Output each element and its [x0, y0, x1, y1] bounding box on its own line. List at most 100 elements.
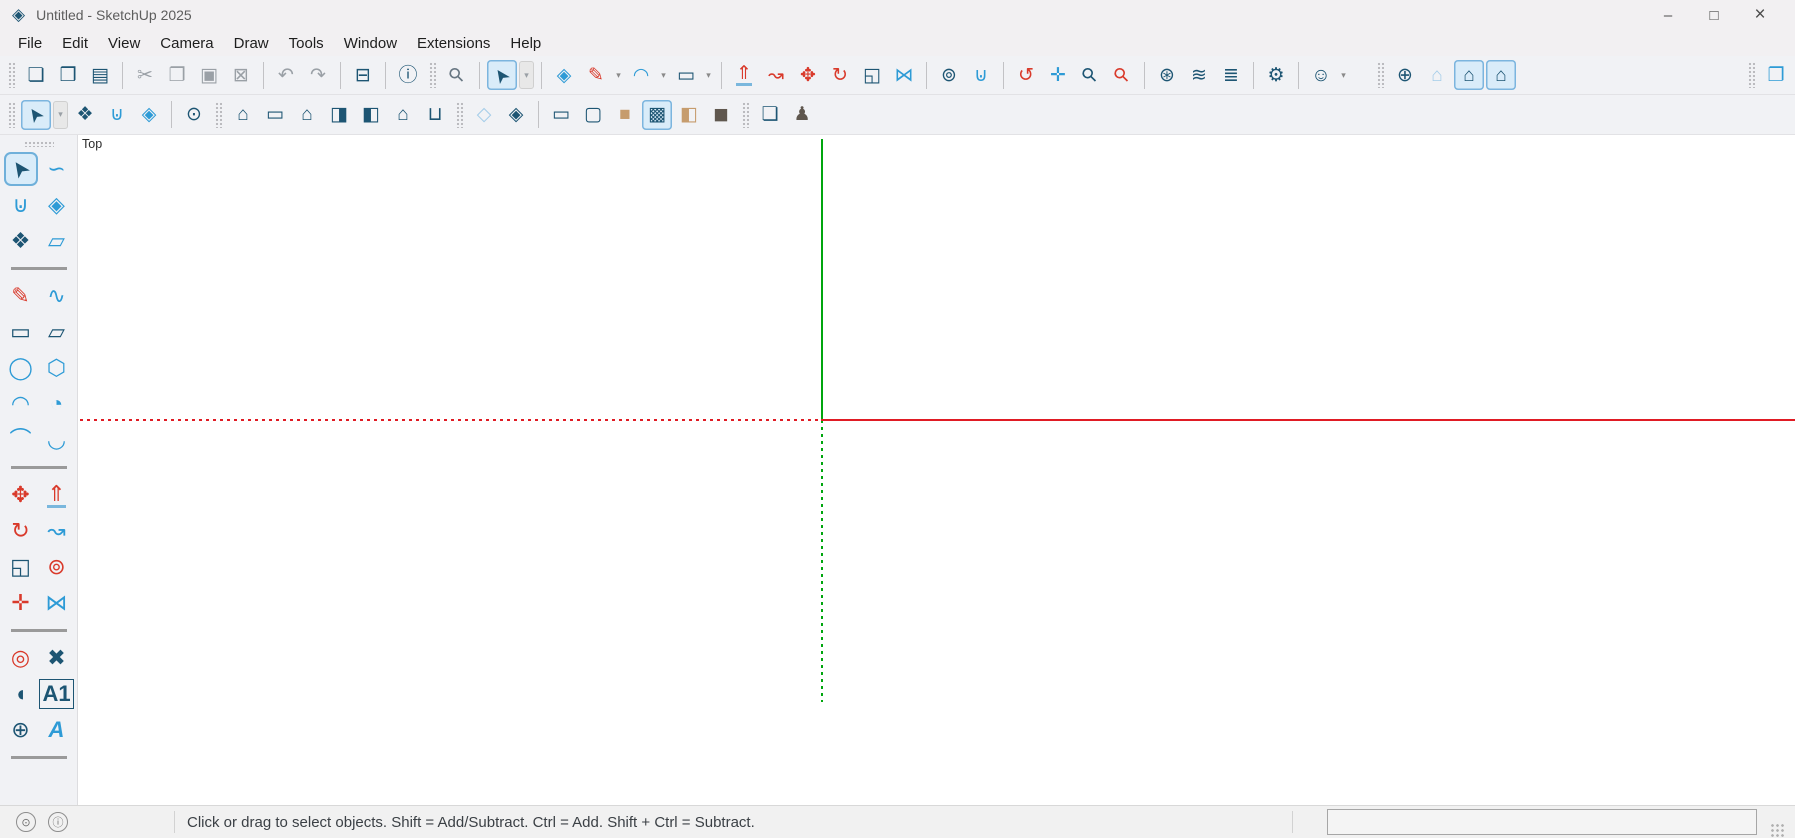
menu-edit[interactable]: Edit [52, 32, 98, 55]
eraser-3-button[interactable]: ◈ [40, 188, 74, 222]
polygon-button[interactable]: ⬡ [40, 351, 74, 385]
rectangle-button[interactable]: ▭ [4, 315, 38, 349]
view-front-button[interactable]: ⌂ [292, 100, 322, 130]
house-outline-button[interactable]: ⌂ [1454, 60, 1484, 90]
follow-me-button[interactable]: ↝ [761, 60, 791, 90]
style-shaded-textures-button[interactable]: ▩ [642, 100, 672, 130]
account-dropdown[interactable]: ▾ [1337, 70, 1350, 81]
offset-2-button[interactable]: ⊚ [40, 550, 74, 584]
scale-2-button[interactable]: ◱ [4, 550, 38, 584]
components-button[interactable]: ❖ [70, 100, 100, 130]
extension-2-button[interactable]: ≋ [1184, 60, 1214, 90]
menu-window[interactable]: Window [334, 32, 407, 55]
eraser-2-button[interactable]: ◈ [134, 100, 164, 130]
copy-button[interactable]: ❐ [162, 60, 192, 90]
search-button[interactable]: ⚲ [442, 60, 472, 90]
zoom-extents-button[interactable]: ⚲ [1107, 60, 1137, 90]
palette-select-button[interactable]: ➤ [4, 152, 38, 186]
house-wireframe-button[interactable]: ⌂ [1422, 60, 1452, 90]
select-2-dropdown-button[interactable]: ▾ [53, 101, 68, 129]
pan-button[interactable]: ✛ [1043, 60, 1073, 90]
style-wireframe-button[interactable]: ▭ [546, 100, 576, 130]
menu-extensions[interactable]: Extensions [407, 32, 500, 55]
tape-measure-button[interactable]: ◎ [4, 641, 38, 675]
lasso-button[interactable]: ∽ [40, 152, 74, 186]
select-dropdown-button[interactable]: ▾ [519, 61, 534, 89]
menu-file[interactable]: File [8, 32, 52, 55]
arcs-dropdown[interactable]: ▾ [657, 70, 670, 81]
menu-camera[interactable]: Camera [150, 32, 223, 55]
three-d-text-button[interactable]: A [40, 713, 74, 747]
rotated-rectangle-button[interactable]: ▱ [40, 315, 74, 349]
compass-2-button[interactable]: ⊕ [4, 713, 38, 747]
view-left-button[interactable]: ⌂ [388, 100, 418, 130]
follow-me-2-button[interactable]: ↝ [40, 514, 74, 548]
push-pull-2-button[interactable]: ⇑ [40, 478, 74, 512]
open-file-button[interactable]: ❒ [53, 60, 83, 90]
model-info-button[interactable]: ⓘ [393, 60, 423, 90]
protractor-button[interactable]: ◖ [4, 677, 38, 711]
delete-button[interactable]: ⊠ [226, 60, 256, 90]
push-pull-button[interactable]: ⇑ [729, 60, 759, 90]
shapes-button[interactable]: ▭ [671, 60, 701, 90]
menu-tools[interactable]: Tools [279, 32, 334, 55]
close-button[interactable]: × [1737, 0, 1783, 30]
menu-draw[interactable]: Draw [224, 32, 279, 55]
extension-manager-button[interactable]: ⚙ [1261, 60, 1291, 90]
style-monochrome-button[interactable]: ◧ [674, 100, 704, 130]
tag-button[interactable]: ▱ [40, 224, 74, 258]
paste-button[interactable]: ▣ [194, 60, 224, 90]
new-file-button[interactable]: ❏ [21, 60, 51, 90]
text-button[interactable]: A1 [40, 677, 74, 711]
view-right-button[interactable]: ◨ [324, 100, 354, 130]
minimize-button[interactable]: – [1645, 0, 1691, 30]
two-point-arc-button[interactable]: ⌒ [4, 423, 38, 457]
view-back-button[interactable]: ◧ [356, 100, 386, 130]
scale-button[interactable]: ◱ [857, 60, 887, 90]
paint-bucket-button[interactable]: ⊍ [966, 60, 996, 90]
style-back-edges-button[interactable]: ◈ [501, 100, 531, 130]
menu-view[interactable]: View [98, 32, 150, 55]
geolocation-icon[interactable]: ⊙ [16, 812, 36, 832]
select-button[interactable]: ➤ [487, 60, 517, 90]
eraser-button[interactable]: ◈ [549, 60, 579, 90]
pie-button[interactable]: ◔ [40, 387, 74, 421]
line-dropdown[interactable]: ▾ [612, 70, 625, 81]
orbit-button[interactable]: ↺ [1011, 60, 1041, 90]
style-x-ray-button[interactable]: ◇ [469, 100, 499, 130]
3d-warehouse-button[interactable]: ⊛ [1152, 60, 1182, 90]
extension-3-button[interactable]: ≣ [1216, 60, 1246, 90]
line-2-button[interactable]: ✎ [4, 279, 38, 313]
offset-button[interactable]: ⊚ [934, 60, 964, 90]
menu-help[interactable]: Help [500, 32, 551, 55]
maximize-button[interactable]: □ [1691, 0, 1737, 30]
line-button[interactable]: ✎ [581, 60, 611, 90]
paint-bucket-3-button[interactable]: ⊍ [4, 188, 38, 222]
flip-button[interactable]: ⋈ [889, 60, 919, 90]
move-button[interactable]: ✥ [793, 60, 823, 90]
person-button[interactable]: ♟ [787, 100, 817, 130]
paint-bucket-2-button[interactable]: ⊍ [102, 100, 132, 130]
shapes-dropdown[interactable]: ▾ [702, 70, 715, 81]
claim-credits-icon[interactable]: ⓘ [48, 812, 68, 832]
zoom-button[interactable]: ⚲ [1075, 60, 1105, 90]
freehand-button[interactable]: ∿ [40, 279, 74, 313]
circle-button[interactable]: ◯ [4, 351, 38, 385]
view-top-button[interactable]: ▭ [260, 100, 290, 130]
redo-button[interactable]: ↷ [303, 60, 333, 90]
dimensions-button[interactable]: ✖ [40, 641, 74, 675]
components-2-button[interactable]: ❖ [4, 224, 38, 258]
cut-button[interactable]: ✂ [130, 60, 160, 90]
save-file-button[interactable]: ▤ [85, 60, 115, 90]
flip-2-button[interactable]: ⋈ [40, 586, 74, 620]
print-button[interactable]: ⊟ [348, 60, 378, 90]
style-shaded-button[interactable]: ■ [610, 100, 640, 130]
select-2-button[interactable]: ➤ [21, 100, 51, 130]
account-button[interactable]: ☺ [1306, 60, 1336, 90]
add-location-button[interactable]: ⊙ [179, 100, 209, 130]
arc-button[interactable]: ◠ [4, 387, 38, 421]
house-solid-button[interactable]: ⌂ [1486, 60, 1516, 90]
view-bottom-button[interactable]: ⊔ [420, 100, 450, 130]
new-page-button[interactable]: ❏ [755, 100, 785, 130]
style-hidden-line-button[interactable]: ▢ [578, 100, 608, 130]
